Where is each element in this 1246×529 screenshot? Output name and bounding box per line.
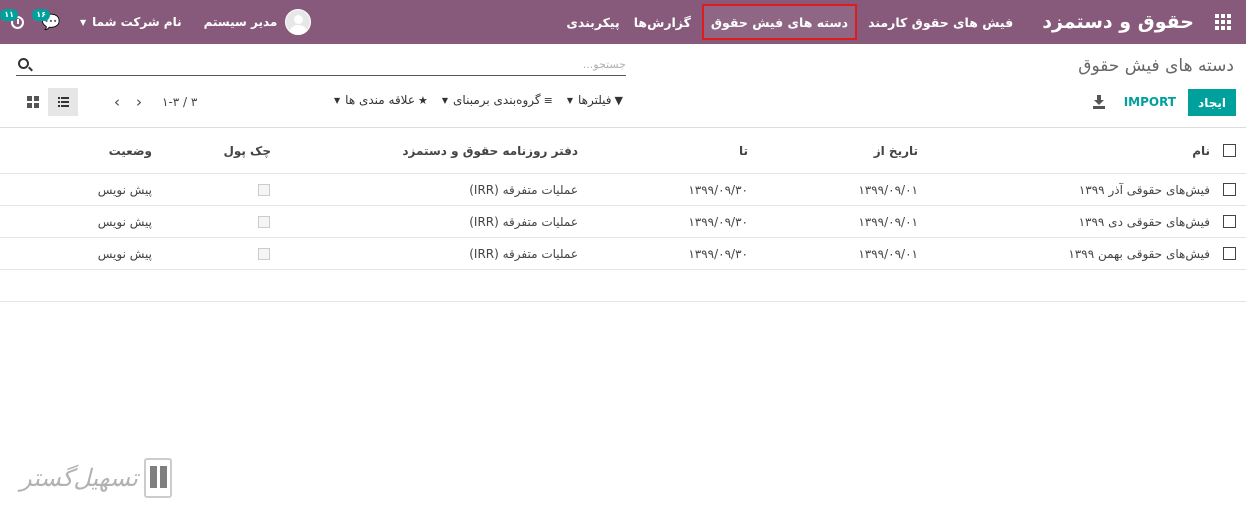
watermark-text: تسهیل‌گستر <box>20 464 138 492</box>
list-view-icon[interactable] <box>48 88 78 116</box>
activities-badge: ۱۱ <box>0 9 18 21</box>
cell-journal: عملیات متفرقه (IRR) <box>469 182 578 197</box>
page-title: دسته های فیش حقوق <box>1078 56 1234 76</box>
cell-name: فیش‌های حقوقی آذر ۱۳۹۹ <box>1078 182 1210 197</box>
cell-date-from: ۱۳۹۹/۰۹/۰۱ <box>858 246 918 261</box>
pager-value[interactable]: ۱-۳ / ۳ <box>162 95 197 109</box>
menu-payslip-batches[interactable]: دسته های فیش حقوق <box>701 4 858 40</box>
cell-credit-note <box>258 174 270 205</box>
menu-reports[interactable]: گزارش‌ها <box>627 0 698 44</box>
cell-state: پیش نویس <box>97 182 152 197</box>
avatar <box>285 9 312 35</box>
cell-state: پیش نویس <box>97 246 152 261</box>
cell-date-from: ۱۳۹۹/۰۹/۰۱ <box>858 182 918 197</box>
caret-down-icon: ▼ <box>441 95 449 105</box>
cell-journal: عملیات متفرقه (IRR) <box>469 214 578 229</box>
favorites-dropdown[interactable]: ★ علاقه مندی ها ▼ <box>334 93 428 107</box>
messages-button[interactable]: 💬 ۱۶ <box>32 0 68 44</box>
column-header-date-from[interactable]: تاریخ از <box>874 128 918 173</box>
cell-credit-note <box>258 238 270 269</box>
select-all-checkbox[interactable] <box>1223 128 1236 173</box>
chevron-right-icon[interactable]: › <box>128 93 150 111</box>
filters-label: فیلترها <box>577 93 612 107</box>
activities-button[interactable]: ۱۱ <box>0 0 34 44</box>
row-checkbox[interactable] <box>1223 206 1236 237</box>
table-row[interactable]: فیش‌های حقوقی بهمن ۱۳۹۹ ۱۳۹۹/۰۹/۰۱ ۱۳۹۹/… <box>0 238 1246 270</box>
row-checkbox[interactable] <box>1223 238 1236 269</box>
column-header-journal[interactable]: دفتر روزنامه حقوق و دستمزد <box>402 128 578 173</box>
top-navbar: حقوق و دستمزد فیش های حقوق کارمند دسته ه… <box>0 0 1246 44</box>
empty-row <box>0 270 1246 302</box>
caret-down-icon: ▼ <box>566 95 573 105</box>
user-name: مدیر سیستم <box>203 15 278 29</box>
table-row[interactable]: فیش‌های حقوقی آذر ۱۳۹۹ ۱۳۹۹/۰۹/۰۱ ۱۳۹۹/۰… <box>0 174 1246 206</box>
bars-icon: ≡ <box>543 93 553 107</box>
app-brand[interactable]: حقوق و دستمزد <box>1020 11 1200 33</box>
row-checkbox[interactable] <box>1223 174 1236 205</box>
favorites-label: علاقه مندی ها <box>345 93 415 107</box>
caret-down-icon: ▼ <box>334 95 341 105</box>
watermark-logo-icon <box>143 458 172 498</box>
apps-menu-icon[interactable] <box>1200 0 1246 44</box>
cell-date-to: ۱۳۹۹/۰۹/۳۰ <box>688 246 748 261</box>
search-icon[interactable] <box>18 58 29 69</box>
filters-dropdown[interactable]: ▼ فیلترها ▼ <box>567 93 623 107</box>
column-header-state[interactable]: وضعیت <box>109 128 152 173</box>
menu-configuration[interactable]: پیکربندی <box>559 0 626 44</box>
cell-date-from: ۱۳۹۹/۰۹/۰۱ <box>858 214 918 229</box>
cell-credit-note <box>258 206 270 237</box>
create-button[interactable]: ایجاد <box>1188 89 1236 116</box>
search-bar <box>16 54 626 76</box>
navbar-main: حقوق و دستمزد فیش های حقوق کارمند دسته ه… <box>559 0 1246 44</box>
search-input[interactable] <box>46 54 626 74</box>
column-header-credit-note[interactable]: چک پول <box>223 128 271 173</box>
messages-badge: ۱۶ <box>32 9 50 21</box>
cell-name: فیش‌های حقوقی دی ۱۳۹۹ <box>1078 214 1210 229</box>
view-switcher <box>18 88 78 116</box>
table-row[interactable]: فیش‌های حقوقی دی ۱۳۹۹ ۱۳۹۹/۰۹/۰۱ ۱۳۹۹/۰۹… <box>0 206 1246 238</box>
group-by-label: گروه‌بندی برمبنای <box>453 93 541 107</box>
filter-icon: ▼ <box>614 93 623 107</box>
table-header: نام تاریخ از تا دفتر روزنامه حقوق و دستم… <box>0 128 1246 174</box>
payslip-batches-table: نام تاریخ از تا دفتر روزنامه حقوق و دستم… <box>0 127 1246 302</box>
group-by-dropdown[interactable]: ≡ گروه‌بندی برمبنای ▼ <box>442 93 553 107</box>
cell-name: فیش‌های حقوقی بهمن ۱۳۹۹ <box>1068 246 1210 261</box>
menu-employee-payslips[interactable]: فیش های حقوق کارمند <box>861 0 1020 44</box>
navbar-systray: مدیر سیستم نام شرکت شما ▼ 💬 ۱۶ ۱۱ <box>0 0 321 44</box>
caret-down-icon: ▼ <box>80 17 87 27</box>
column-header-name[interactable]: نام <box>1192 128 1210 173</box>
main-menu: فیش های حقوق کارمند دسته های فیش حقوق گز… <box>559 0 1020 44</box>
chevron-left-icon[interactable]: ‹ <box>106 93 128 111</box>
cell-date-to: ۱۳۹۹/۰۹/۳۰ <box>688 182 748 197</box>
company-switcher[interactable]: نام شرکت شما ▼ <box>68 0 194 44</box>
watermark: تسهیل‌گستر <box>20 458 172 498</box>
column-header-date-to[interactable]: تا <box>739 128 748 173</box>
cell-state: پیش نویس <box>97 214 152 229</box>
search-options: ▼ فیلترها ▼ ≡ گروه‌بندی برمبنای ▼ ★ علاق… <box>320 93 623 107</box>
cell-date-to: ۱۳۹۹/۰۹/۳۰ <box>688 214 748 229</box>
kanban-view-icon[interactable] <box>18 88 48 116</box>
company-name: نام شرکت شما <box>92 15 182 29</box>
star-icon: ★ <box>418 93 428 107</box>
cell-journal: عملیات متفرقه (IRR) <box>469 246 578 261</box>
import-button[interactable]: IMPORT <box>1124 95 1176 109</box>
pager: ‹ › ۱-۳ / ۳ <box>106 93 197 111</box>
user-menu[interactable]: مدیر سیستم <box>194 0 322 44</box>
download-icon[interactable] <box>1093 95 1106 109</box>
